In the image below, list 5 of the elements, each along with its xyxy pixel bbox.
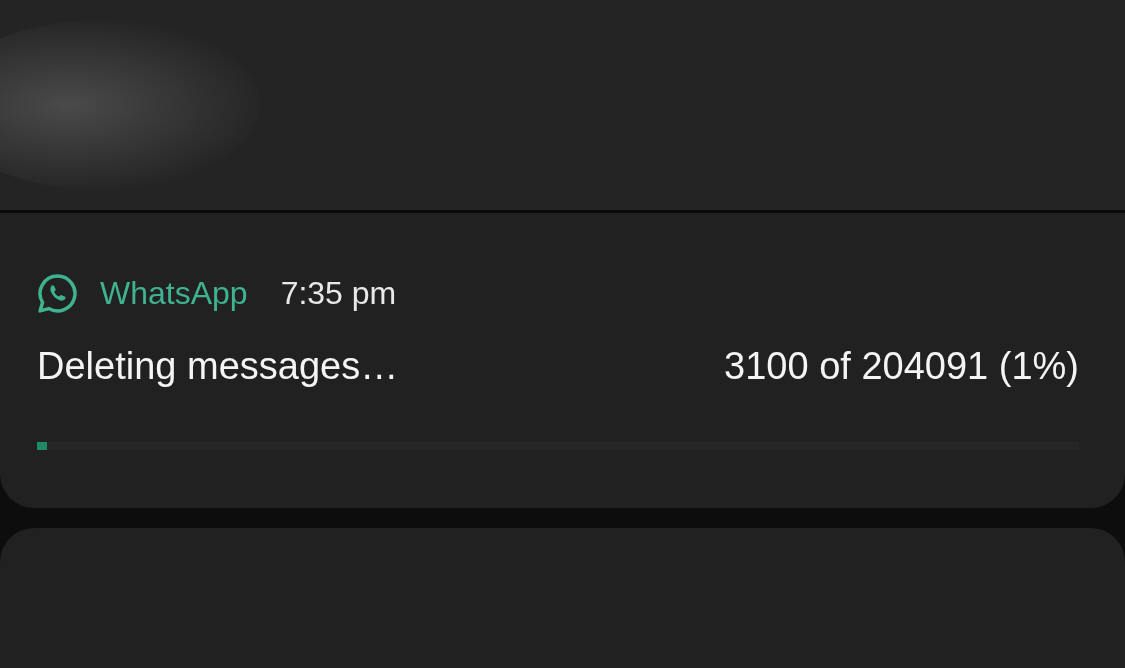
notification-title: Deleting messages… <box>37 345 399 388</box>
phone-bubble-icon <box>37 272 78 314</box>
progress-count: 3100 of 204091 (1%) <box>724 345 1079 388</box>
notification-time: 7:35 pm <box>280 274 397 312</box>
app-name: WhatsApp <box>100 274 248 312</box>
